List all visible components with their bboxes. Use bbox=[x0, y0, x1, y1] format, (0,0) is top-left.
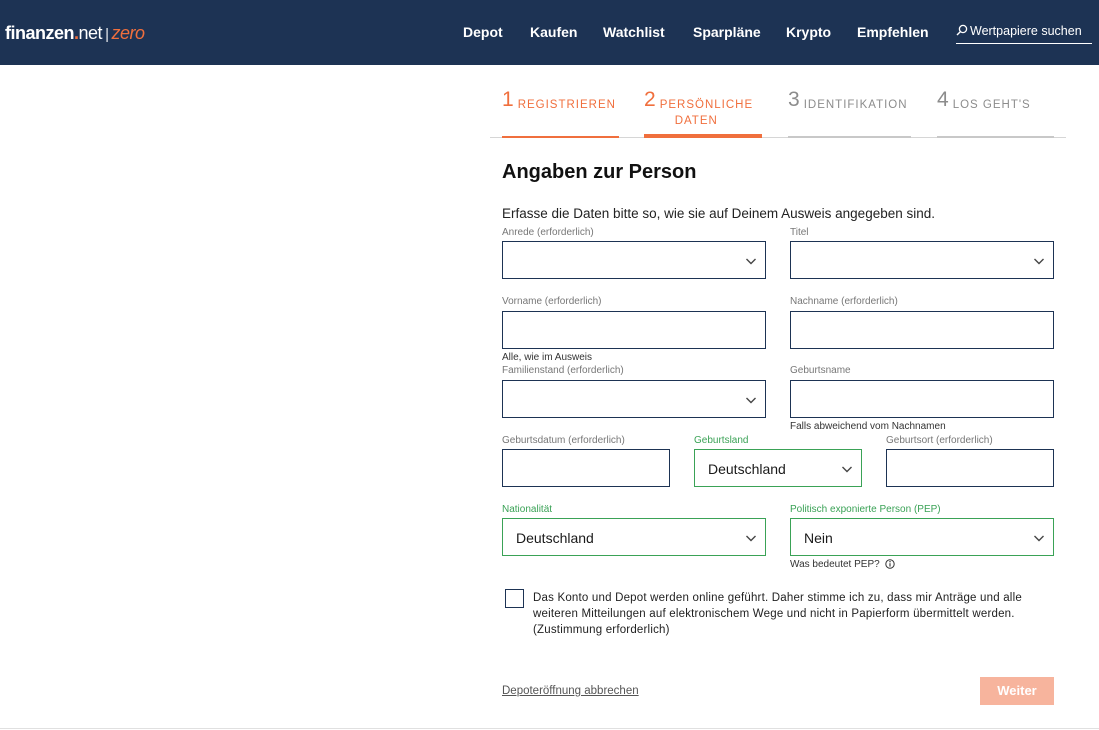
logo-net: net bbox=[78, 23, 103, 43]
nationalitaet-label: Nationalität bbox=[502, 504, 553, 515]
anrede-select[interactable] bbox=[502, 241, 766, 279]
chevron-down-icon bbox=[746, 535, 756, 542]
step-identifikation: 3 Identifikation bbox=[788, 88, 908, 113]
chevron-down-icon bbox=[1034, 258, 1044, 265]
chevron-down-icon bbox=[842, 466, 852, 473]
familienstand-label: Familienstand (erforderlich) bbox=[502, 365, 624, 376]
nachname-label: Nachname (erforderlich) bbox=[790, 296, 898, 307]
pep-label: Politisch exponierte Person (PEP) bbox=[790, 504, 941, 515]
step-number: 2 bbox=[644, 88, 656, 111]
logo-product: zero bbox=[111, 23, 145, 43]
footer-divider bbox=[0, 728, 1099, 729]
consent-checkbox[interactable] bbox=[505, 589, 524, 608]
geburtsland-select[interactable]: Deutschland bbox=[694, 449, 862, 487]
step-progress-identifikation bbox=[788, 136, 911, 138]
step-label-line2: Daten bbox=[674, 115, 718, 127]
chevron-down-icon bbox=[746, 258, 756, 265]
vorname-hint: Alle, wie im Ausweis bbox=[502, 352, 593, 363]
step-label: Persönliche Daten bbox=[660, 97, 753, 129]
logo-brand: finanzen bbox=[5, 23, 75, 43]
titel-label: Titel bbox=[790, 227, 809, 238]
titel-select[interactable] bbox=[790, 241, 1054, 279]
nav-kaufen[interactable]: Kaufen bbox=[530, 24, 577, 44]
geburtsland-label: Geburtsland bbox=[694, 435, 749, 446]
logo[interactable]: finanzen.net | zero bbox=[5, 23, 145, 44]
logo-separator: | bbox=[105, 26, 109, 43]
pep-select[interactable]: Nein bbox=[790, 518, 1054, 556]
page-title: Angaben zur Person bbox=[502, 161, 697, 183]
geburtsname-hint: Falls abweichend vom Nachnamen bbox=[790, 421, 946, 432]
geburtsland-value: Deutschland bbox=[708, 461, 786, 477]
consent-text: Das Konto und Depot werden online geführ… bbox=[533, 592, 1022, 636]
search-placeholder: Wertpapiere suchen bbox=[970, 24, 1082, 38]
nav-empfehlen[interactable]: Empfehlen bbox=[857, 24, 929, 44]
nav-krypto[interactable]: Krypto bbox=[786, 24, 831, 44]
step-label-line1: Persönliche bbox=[659, 99, 754, 111]
geburtsort-label: Geburtsort (erforderlich) bbox=[886, 435, 993, 446]
step-progress-los-gehts bbox=[937, 136, 1054, 138]
pep-hint-text[interactable]: Was bedeutet PEP? bbox=[790, 559, 880, 570]
nav-watchlist[interactable]: Watchlist bbox=[603, 24, 665, 44]
pep-hint[interactable]: Was bedeutet PEP? bbox=[790, 559, 896, 570]
vorname-field[interactable] bbox=[502, 311, 766, 349]
geburtsname-field[interactable] bbox=[790, 380, 1054, 418]
nav-sparplaene[interactable]: Sparpläne bbox=[693, 24, 761, 44]
nav-depot[interactable]: Depot bbox=[463, 24, 503, 44]
geburtsname-label: Geburtsname bbox=[790, 365, 851, 376]
step-number: 1 bbox=[502, 88, 514, 111]
geburtsdatum-label: Geburtsdatum (erforderlich) bbox=[502, 435, 625, 446]
step-progress-persoenliche-daten bbox=[644, 134, 762, 138]
search-input[interactable]: Wertpapiere suchen bbox=[956, 22, 1092, 44]
geburtsort-field[interactable] bbox=[886, 449, 1054, 487]
step-label: Los geht's bbox=[952, 99, 1031, 111]
step-registrieren: 1 Registrieren bbox=[502, 88, 616, 113]
step-los-gehts: 4 Los geht's bbox=[937, 88, 1031, 113]
top-navigation-bar: finanzen.net | zero Depot Kaufen Watchlist… bbox=[0, 0, 1099, 65]
chevron-down-icon bbox=[746, 397, 756, 404]
familienstand-select[interactable] bbox=[502, 380, 766, 418]
step-label: Identifikation bbox=[803, 99, 908, 111]
vorname-label: Vorname (erforderlich) bbox=[502, 296, 602, 307]
geburtsdatum-field[interactable] bbox=[502, 449, 670, 487]
search-icon bbox=[956, 24, 968, 36]
anrede-label: Anrede (erforderlich) bbox=[502, 227, 594, 238]
next-button[interactable]: Weiter bbox=[980, 677, 1054, 705]
step-persoenliche-daten: 2 Persönliche Daten bbox=[644, 88, 753, 129]
nachname-field[interactable] bbox=[790, 311, 1054, 349]
pep-value: Nein bbox=[804, 530, 833, 546]
cancel-link[interactable]: Depoteröffnung abbrechen bbox=[502, 685, 639, 697]
chevron-down-icon bbox=[1034, 535, 1044, 542]
intro-text: Erfasse die Daten bitte so, wie sie auf … bbox=[502, 206, 936, 221]
step-number: 4 bbox=[937, 88, 949, 111]
step-label: Registrieren bbox=[517, 99, 616, 111]
info-icon[interactable] bbox=[885, 559, 896, 570]
nationalitaet-select[interactable]: Deutschland bbox=[502, 518, 766, 556]
step-number: 3 bbox=[788, 88, 800, 111]
step-progress-registrieren bbox=[502, 136, 619, 138]
nationalitaet-value: Deutschland bbox=[516, 530, 594, 546]
